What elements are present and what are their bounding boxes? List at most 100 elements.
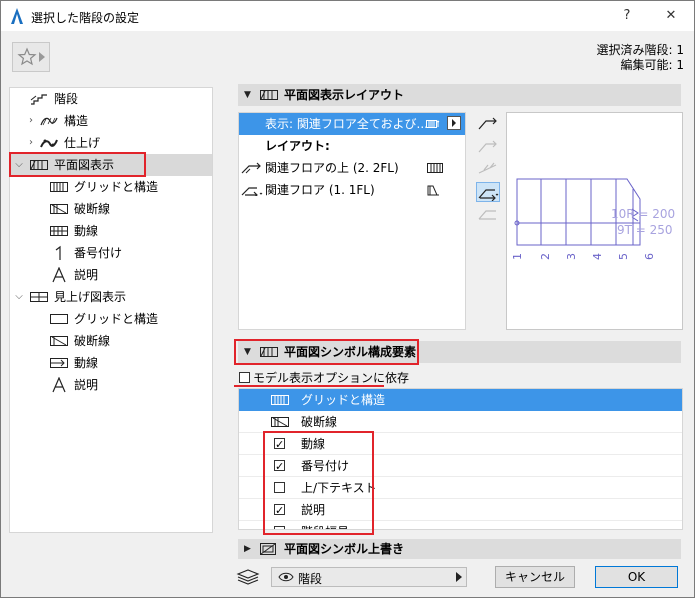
break-line-icon xyxy=(50,335,68,347)
tree-item-stair[interactable]: 階段 xyxy=(10,88,212,110)
layer-combo-value: 階段 xyxy=(298,572,323,586)
step-number: 3 xyxy=(565,253,578,260)
stair-icon xyxy=(30,93,48,105)
riser-label: 10R = 200 xyxy=(611,207,675,221)
break-line-icon xyxy=(271,416,289,428)
stair-above-icon xyxy=(241,162,263,174)
depend-checkbox-box[interactable] xyxy=(239,372,250,383)
tree-label: 破断線 xyxy=(74,202,111,216)
tree-label: 階段 xyxy=(54,92,79,106)
tree-item-walking-line-reflected[interactable]: 動線 xyxy=(10,352,212,374)
display-mode-value: 表示: 関連フロア全ておよび... xyxy=(265,117,428,131)
walking-line-icon xyxy=(50,357,68,369)
archicad-logo-icon xyxy=(9,7,25,25)
layout-row-label: 関連フロアの上 (2. 2FL) xyxy=(265,161,399,175)
tree-item-grid-structure-reflected[interactable]: グリッドと構造 xyxy=(10,308,212,330)
layout-row-above[interactable]: 関連フロアの上 (2. 2FL) xyxy=(239,157,465,179)
symbol-row-grid-structure[interactable]: グリッドと構造 xyxy=(239,389,682,411)
stair-preview: 1 2 3 4 5 6 10R = 200 9T = 250 xyxy=(506,112,683,330)
text-a-icon xyxy=(52,377,66,393)
tree-item-description-reflected[interactable]: 説明 xyxy=(10,374,212,396)
tree-item-description[interactable]: 説明 xyxy=(10,264,212,286)
step-number: 4 xyxy=(591,253,604,260)
window-title: 選択した階段の設定 xyxy=(31,11,140,25)
grid-structure-icon xyxy=(271,394,289,406)
favorites-button[interactable] xyxy=(12,42,50,72)
cancel-button[interactable]: キャンセル xyxy=(495,566,575,588)
symbol-row-label: 破断線 xyxy=(301,415,338,429)
tree-label: 動線 xyxy=(74,356,99,370)
tree-label: 動線 xyxy=(74,224,99,238)
break-line-icon xyxy=(50,203,68,215)
display-mode-dropdown[interactable] xyxy=(447,116,461,130)
structure-icon xyxy=(40,115,58,127)
override-section-header[interactable]: ▶ 平面図シンボル上書き xyxy=(238,539,681,559)
highlight-checkbox-group xyxy=(263,431,374,535)
layout-row-current[interactable]: 関連フロア (1. 1FL) xyxy=(239,179,465,201)
highlight-symbol-header xyxy=(234,339,419,365)
symbol-row-break-line[interactable]: 破断線 xyxy=(239,411,682,433)
layout-section-header[interactable]: ▼ 平面図表示レイアウト xyxy=(238,84,681,106)
chevron-right-icon[interactable]: › xyxy=(26,110,36,132)
numbering-icon xyxy=(54,245,64,261)
triangle-right-icon: ▶ xyxy=(244,544,251,554)
finish-icon xyxy=(40,137,58,149)
highlight-tree-floor-plan xyxy=(9,152,146,177)
floor-plan-icon xyxy=(260,89,278,101)
text-a-icon xyxy=(52,267,66,283)
stair-current-icon xyxy=(241,184,263,196)
layer-icon xyxy=(236,568,260,586)
dialog-window: 選択した階段の設定 ? ✕ 選択済み階段: 1 編集可能: 1 階段 › 構造 xyxy=(0,0,695,598)
layer-combo[interactable]: 階段 xyxy=(271,567,467,587)
star-icon xyxy=(17,47,37,67)
editable-count: 編集可能: 1 xyxy=(620,58,685,72)
reflected-plan-icon xyxy=(30,291,48,303)
override-icon xyxy=(260,543,278,555)
triangle-right-icon xyxy=(39,52,45,62)
tree-label: 番号付け xyxy=(74,246,123,260)
tread-label: 9T = 250 xyxy=(617,223,673,237)
tree-item-finish[interactable]: › 仕上げ xyxy=(10,132,212,154)
section-title: 平面図表示レイアウト xyxy=(284,88,405,102)
tree-label: 説明 xyxy=(74,268,99,282)
view-current-tool[interactable] xyxy=(476,182,500,202)
ok-button[interactable]: OK xyxy=(595,566,678,588)
flight-icon xyxy=(427,184,443,196)
symbol-row-label: グリッドと構造 xyxy=(301,393,386,407)
grid-structure-icon xyxy=(50,181,68,193)
layout-heading-label: レイアウト: xyxy=(265,139,330,153)
chevron-down-icon[interactable]: ⌵ xyxy=(14,286,24,308)
view-cut-tool[interactable] xyxy=(476,159,500,179)
grid-outline-icon xyxy=(50,313,68,325)
layout-list: 表示: 関連フロア全ておよび... レイアウト: 関連フロアの上 (2. 2FL… xyxy=(238,112,466,330)
layout-heading: レイアウト: xyxy=(239,135,465,157)
triangle-right-icon xyxy=(456,572,462,582)
layout-row-label: 関連フロア (1. 1FL) xyxy=(265,183,375,197)
tree-label: 構造 xyxy=(64,114,89,128)
tree-item-reflected-display[interactable]: ⌵ 見上げ図表示 xyxy=(10,286,212,308)
walking-line-icon xyxy=(50,225,68,237)
eye-icon xyxy=(278,571,294,583)
display-mode-row[interactable]: 表示: 関連フロア全ておよび... xyxy=(239,113,465,135)
tree-item-walking-line[interactable]: 動線 xyxy=(10,220,212,242)
close-button[interactable]: ✕ xyxy=(661,6,681,26)
tree-item-break-line-reflected[interactable]: 破断線 xyxy=(10,330,212,352)
display-mode-icon xyxy=(426,118,442,130)
tree-label: 破断線 xyxy=(74,334,111,348)
grid-structure-icon xyxy=(427,162,443,174)
tree-item-structure[interactable]: › 構造 xyxy=(10,110,212,132)
tree-item-grid-structure[interactable]: グリッドと構造 xyxy=(10,176,212,198)
chevron-right-icon[interactable]: › xyxy=(26,132,36,154)
help-button[interactable]: ? xyxy=(617,6,637,26)
step-number: 6 xyxy=(643,253,656,260)
view-above-tool[interactable] xyxy=(476,113,500,133)
section-title: 平面図シンボル上書き xyxy=(284,542,405,556)
view-below-tool[interactable] xyxy=(476,205,500,225)
tree-item-break-line[interactable]: 破断線 xyxy=(10,198,212,220)
tree-label: 仕上げ xyxy=(64,136,101,150)
view-above-disabled-tool[interactable] xyxy=(476,136,500,156)
tree-label: グリッドと構造 xyxy=(74,312,159,326)
highlight-depend-underline xyxy=(234,385,384,387)
tree-item-numbering[interactable]: 番号付け xyxy=(10,242,212,264)
tree-label: グリッドと構造 xyxy=(74,180,159,194)
